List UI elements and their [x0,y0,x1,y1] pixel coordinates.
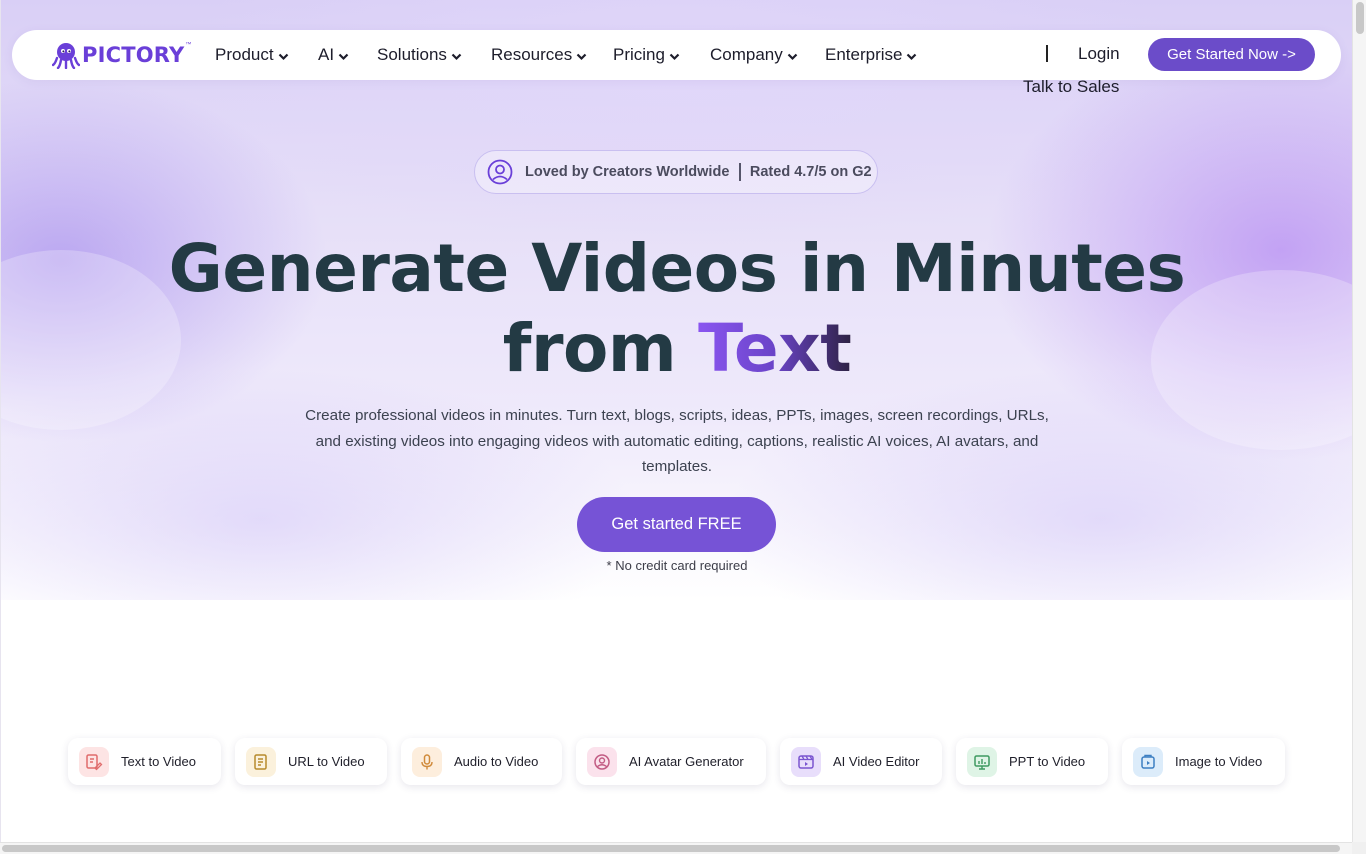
nav-item-label: Company [710,45,783,64]
badge-rating-text: Rated 4.7/5 on G2 [749,164,872,180]
brand-logo[interactable]: PICTORY ™ [51,40,192,70]
page: PICTORY ™ Product AI Solutions Resources… [0,0,1352,842]
chevron-down-icon [787,53,798,61]
badge-separator [739,163,741,181]
octopus-logo-icon [51,41,81,70]
top-navbar: PICTORY ™ Product AI Solutions Resources… [12,30,1341,80]
talk-to-sales-link[interactable]: Talk to Sales [1023,77,1119,97]
badge-loved-text: Loved by Creators Worldwide [525,164,730,180]
presentation-icon [967,746,997,777]
chevron-down-icon [451,53,462,61]
microphone-icon [412,746,442,777]
image-icon [1133,746,1163,777]
no-credit-card-note: * No credit card required [606,558,748,573]
nav-item-label: Pricing [613,45,665,64]
scrollbar-corner [1352,842,1366,854]
feature-pill-ppt-to-video[interactable]: PPT to Video [956,738,1108,785]
feature-label: AI Video Editor [833,754,920,769]
video-editor-icon [791,746,821,777]
nav-enterprise[interactable]: Enterprise [825,44,917,66]
hero-title-prefix: from [502,310,677,387]
chevron-down-icon [278,53,288,61]
chevron-down-icon [907,53,917,61]
avatar-icon [587,746,617,777]
trademark-symbol: ™ [185,42,192,48]
feature-label: PPT to Video [1009,754,1086,769]
nav-item-label: Enterprise [825,45,903,64]
get-started-now-button[interactable]: Get Started Now -> [1148,38,1315,71]
chevron-down-icon [338,53,349,61]
hero-title-line2: from Text [1,310,1352,387]
feature-pill-url-to-video[interactable]: URL to Video [235,738,387,785]
login-link[interactable]: Login [1078,44,1120,64]
chevron-down-icon [576,53,587,61]
feature-label: Text to Video [121,754,196,769]
feature-label: Image to Video [1175,754,1263,769]
nav-solutions[interactable]: Solutions [377,44,462,66]
text-edit-icon [79,746,109,777]
nav-ai[interactable]: AI [318,44,349,66]
feature-pill-text-to-video[interactable]: Text to Video [68,738,221,785]
hero-title-highlight: Text [698,310,852,387]
nav-company[interactable]: Company [710,44,798,66]
horizontal-scrollbar[interactable] [0,842,1352,854]
nav-item-label: AI [318,45,335,64]
nav-product[interactable]: Product [215,44,289,66]
feature-label: Audio to Video [454,754,539,769]
vertical-scrollbar[interactable] [1352,0,1366,842]
get-started-free-button[interactable]: Get started FREE [577,497,776,552]
brand-name: PICTORY [82,43,185,67]
user-circle-icon [487,159,513,185]
rating-badge: Loved by Creators Worldwide Rated 4.7/5 … [474,150,878,194]
feature-pill-ai-avatar-generator[interactable]: AI Avatar Generator [576,738,766,785]
hero-subtitle: Create professional videos in minutes. T… [305,407,1049,475]
feature-pill-ai-video-editor[interactable]: AI Video Editor [780,738,942,785]
feature-label: AI Avatar Generator [629,754,744,769]
nav-item-label: Solutions [377,45,447,64]
document-icon [246,746,276,777]
nav-item-label: Resources [491,45,573,64]
nav-divider [1046,45,1048,62]
feature-label: URL to Video [288,754,365,769]
chevron-down-icon [669,53,680,61]
nav-pricing[interactable]: Pricing [613,44,680,66]
horizontal-scrollbar-thumb[interactable] [2,845,1340,852]
nav-resources[interactable]: Resources [491,44,587,66]
nav-item-label: Product [215,45,274,64]
hero-title-line1: Generate Videos in Minutes [168,230,1186,307]
feature-pill-audio-to-video[interactable]: Audio to Video [401,738,562,785]
vertical-scrollbar-thumb[interactable] [1356,2,1364,34]
feature-pill-image-to-video[interactable]: Image to Video [1122,738,1285,785]
